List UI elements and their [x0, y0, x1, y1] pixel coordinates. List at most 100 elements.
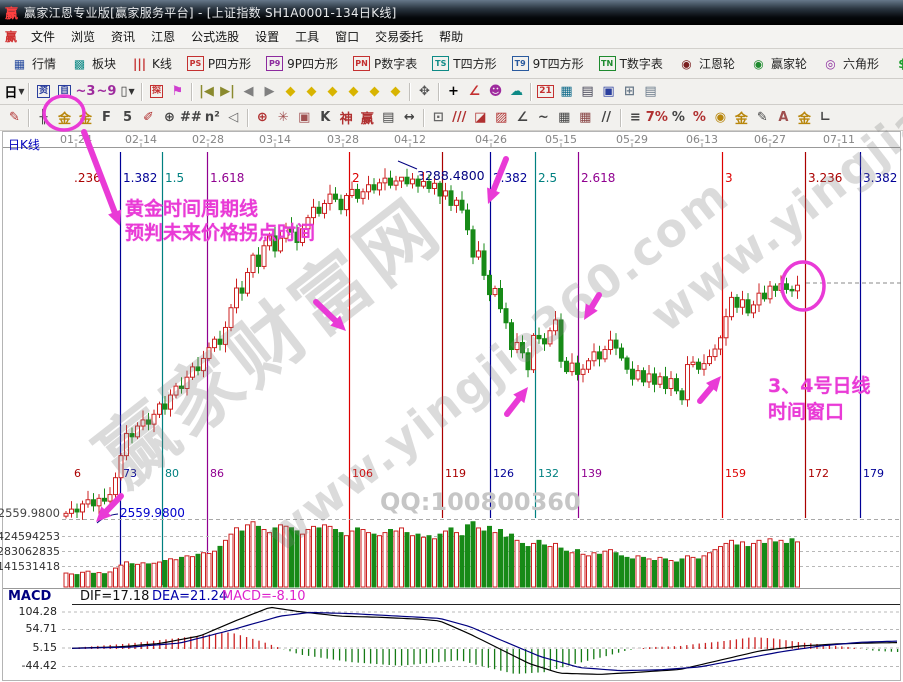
- percent-line-icon[interactable]: %: [689, 108, 710, 128]
- crosshair-icon[interactable]: +: [443, 82, 464, 102]
- price-ladder-icon[interactable]: ≡: [625, 108, 646, 128]
- bar-style-dropdown-icon[interactable]: ▯▼: [117, 82, 138, 102]
- ying-tool-icon[interactable]: 赢: [357, 108, 378, 128]
- toolbar-button-p-number-table[interactable]: PNP数字表: [346, 53, 424, 74]
- menu-item-tools[interactable]: 工具: [287, 26, 327, 47]
- time-clock-icon[interactable]: ⊕: [159, 108, 180, 128]
- toolbar-button-winner-service[interactable]: $赢家服务: [887, 53, 903, 74]
- menu-item-help[interactable]: 帮助: [431, 26, 471, 47]
- print-icon[interactable]: ▤: [640, 82, 661, 102]
- spiral-5-icon[interactable]: 5: [117, 108, 138, 128]
- period-day-dropdown-icon[interactable]: 日▼: [4, 82, 25, 102]
- chart-surface[interactable]: 赢家财富网 www.yingjia360.com www.yingjia360.…: [0, 131, 903, 682]
- gann-frame-icon[interactable]: ⊡: [428, 108, 449, 128]
- copy-graph-icon[interactable]: ⊞: [619, 82, 640, 102]
- gann-diamond-star-icon[interactable]: ◆: [364, 82, 385, 102]
- boxed-rays-icon[interactable]: ▣: [294, 108, 315, 128]
- last-page-icon[interactable]: ▶|: [217, 82, 238, 102]
- spiral-box-icon[interactable]: ▨: [491, 108, 512, 128]
- t-number-table-label: T数字表: [620, 55, 663, 72]
- save-icon[interactable]: ▣: [598, 82, 619, 102]
- gann-diamond-x-icon[interactable]: ◆: [343, 82, 364, 102]
- draw-pen-icon[interactable]: ✎: [4, 108, 25, 128]
- ruler-123-icon[interactable]: ▤: [378, 108, 399, 128]
- n-square-icon[interactable]: n²: [202, 108, 223, 128]
- span-measure-icon[interactable]: ↔: [399, 108, 420, 128]
- info-panel-icon[interactable]: 资: [33, 82, 54, 102]
- menu-item-gann[interactable]: 江恩: [143, 26, 183, 47]
- svg-text:141531418: 141531418: [0, 560, 60, 573]
- hand-tool-icon[interactable]: ✥: [414, 82, 435, 102]
- menu-item-file[interactable]: 文件: [23, 26, 63, 47]
- calculator-icon[interactable]: ▦: [556, 82, 577, 102]
- number-grid-icon[interactable]: ▦: [575, 108, 596, 128]
- gold-level-icon[interactable]: 金: [731, 108, 752, 128]
- toolbar-button-p-square[interactable]: PSP四方形: [180, 53, 258, 74]
- pattern-probe-icon[interactable]: 探: [146, 82, 167, 102]
- toolbar-button-9p-square[interactable]: P99P四方形: [259, 53, 345, 74]
- dense-grid-icon[interactable]: ▦: [554, 108, 575, 128]
- fan-lines-icon[interactable]: ///: [449, 108, 470, 128]
- angle-measure-icon[interactable]: ∠: [464, 82, 485, 102]
- menu-item-settings[interactable]: 设置: [247, 26, 287, 47]
- notepad-icon[interactable]: ▤: [577, 82, 598, 102]
- gold-square-icon[interactable]: 金: [794, 108, 815, 128]
- gold-time-cycle-icon[interactable]: 金: [54, 108, 75, 128]
- toolbar-button-kline[interactable]: |||K线: [124, 53, 179, 74]
- brush-tool-icon[interactable]: ✐: [138, 108, 159, 128]
- trend-angle-icon[interactable]: ∠: [512, 108, 533, 128]
- gann-head-tool-icon[interactable]: ☻: [485, 82, 506, 102]
- parallel-lines-icon[interactable]: //: [596, 108, 617, 128]
- menu-item-browse[interactable]: 浏览: [63, 26, 103, 47]
- tick-ruler-icon[interactable]: ##: [180, 108, 202, 128]
- mirror-angle-icon[interactable]: ◁: [223, 108, 244, 128]
- percent-78-icon[interactable]: 7%: [646, 108, 668, 128]
- compass-circle-icon[interactable]: ⊕: [252, 108, 273, 128]
- gann-diamond-h-icon[interactable]: ◆: [322, 82, 343, 102]
- toolbar-button-gann-wheel[interactable]: ◉江恩轮: [671, 53, 742, 74]
- star-rays-icon[interactable]: ✳: [273, 108, 294, 128]
- toolbar-separator: [28, 109, 30, 127]
- time-grid-icon[interactable]: ╫: [33, 108, 54, 128]
- fan-box-icon[interactable]: ◪: [470, 108, 491, 128]
- fib-tool-icon[interactable]: F: [96, 108, 117, 128]
- menu-item-news[interactable]: 资讯: [103, 26, 143, 47]
- toolbar-button-9t-square[interactable]: T99T四方形: [505, 53, 591, 74]
- toolbar-separator: [28, 83, 30, 101]
- self-memo-icon[interactable]: 自: [54, 82, 75, 102]
- ma-lines-3-icon[interactable]: ~3: [75, 82, 96, 102]
- prev-bar-icon[interactable]: ◀: [238, 82, 259, 102]
- gann-diamond-left-icon[interactable]: ◆: [280, 82, 301, 102]
- gold-circle-icon[interactable]: ◉: [710, 108, 731, 128]
- toolbar-button-t-number-table[interactable]: TNT数字表: [592, 53, 670, 74]
- annotation-time-window-line2: 时间窗口: [768, 397, 844, 424]
- gann-diamond-right-icon[interactable]: ◆: [301, 82, 322, 102]
- shen-tool-icon[interactable]: 神: [336, 108, 357, 128]
- zigzag-wave-icon[interactable]: ~: [533, 108, 554, 128]
- menu-item-trade-entrust[interactable]: 交易委托: [367, 26, 431, 47]
- j-angle-icon[interactable]: ∟: [815, 108, 836, 128]
- calendar-icon[interactable]: 21: [535, 82, 556, 102]
- gold-time-cycle-2-icon[interactable]: 金: [75, 108, 96, 128]
- svg-text:126: 126: [493, 467, 514, 480]
- annotation-time-window-line1: 3、4号日线: [768, 371, 870, 398]
- color-flag-icon[interactable]: ⚑: [167, 82, 188, 102]
- av-channel-icon[interactable]: A: [773, 108, 794, 128]
- pen-level-icon[interactable]: ✎: [752, 108, 773, 128]
- 9t-square-label: 9T四方形: [533, 55, 584, 72]
- toolbar-button-winner-wheel[interactable]: ◉赢家轮: [743, 53, 814, 74]
- first-page-icon[interactable]: |◀: [196, 82, 217, 102]
- menu-item-formula-picker[interactable]: 公式选股: [183, 26, 247, 47]
- k-mark-icon[interactable]: K: [315, 108, 336, 128]
- brain-tool-icon[interactable]: ☁: [506, 82, 527, 102]
- toolbar-button-t-square[interactable]: TST四方形: [425, 53, 503, 74]
- toolbar-button-hexagon[interactable]: ◎六角形: [815, 53, 886, 74]
- ma-lines-9-icon[interactable]: ~9: [96, 82, 117, 102]
- toolbar-button-sectors[interactable]: ▩板块: [64, 53, 123, 74]
- menu-item-window[interactable]: 窗口: [327, 26, 367, 47]
- p-square-label: P四方形: [208, 55, 251, 72]
- toolbar-button-quotes[interactable]: ▦行情: [4, 53, 63, 74]
- next-bar-icon[interactable]: ▶: [259, 82, 280, 102]
- percent-icon[interactable]: %: [668, 108, 689, 128]
- gann-diamond-cross-icon[interactable]: ◆: [385, 82, 406, 102]
